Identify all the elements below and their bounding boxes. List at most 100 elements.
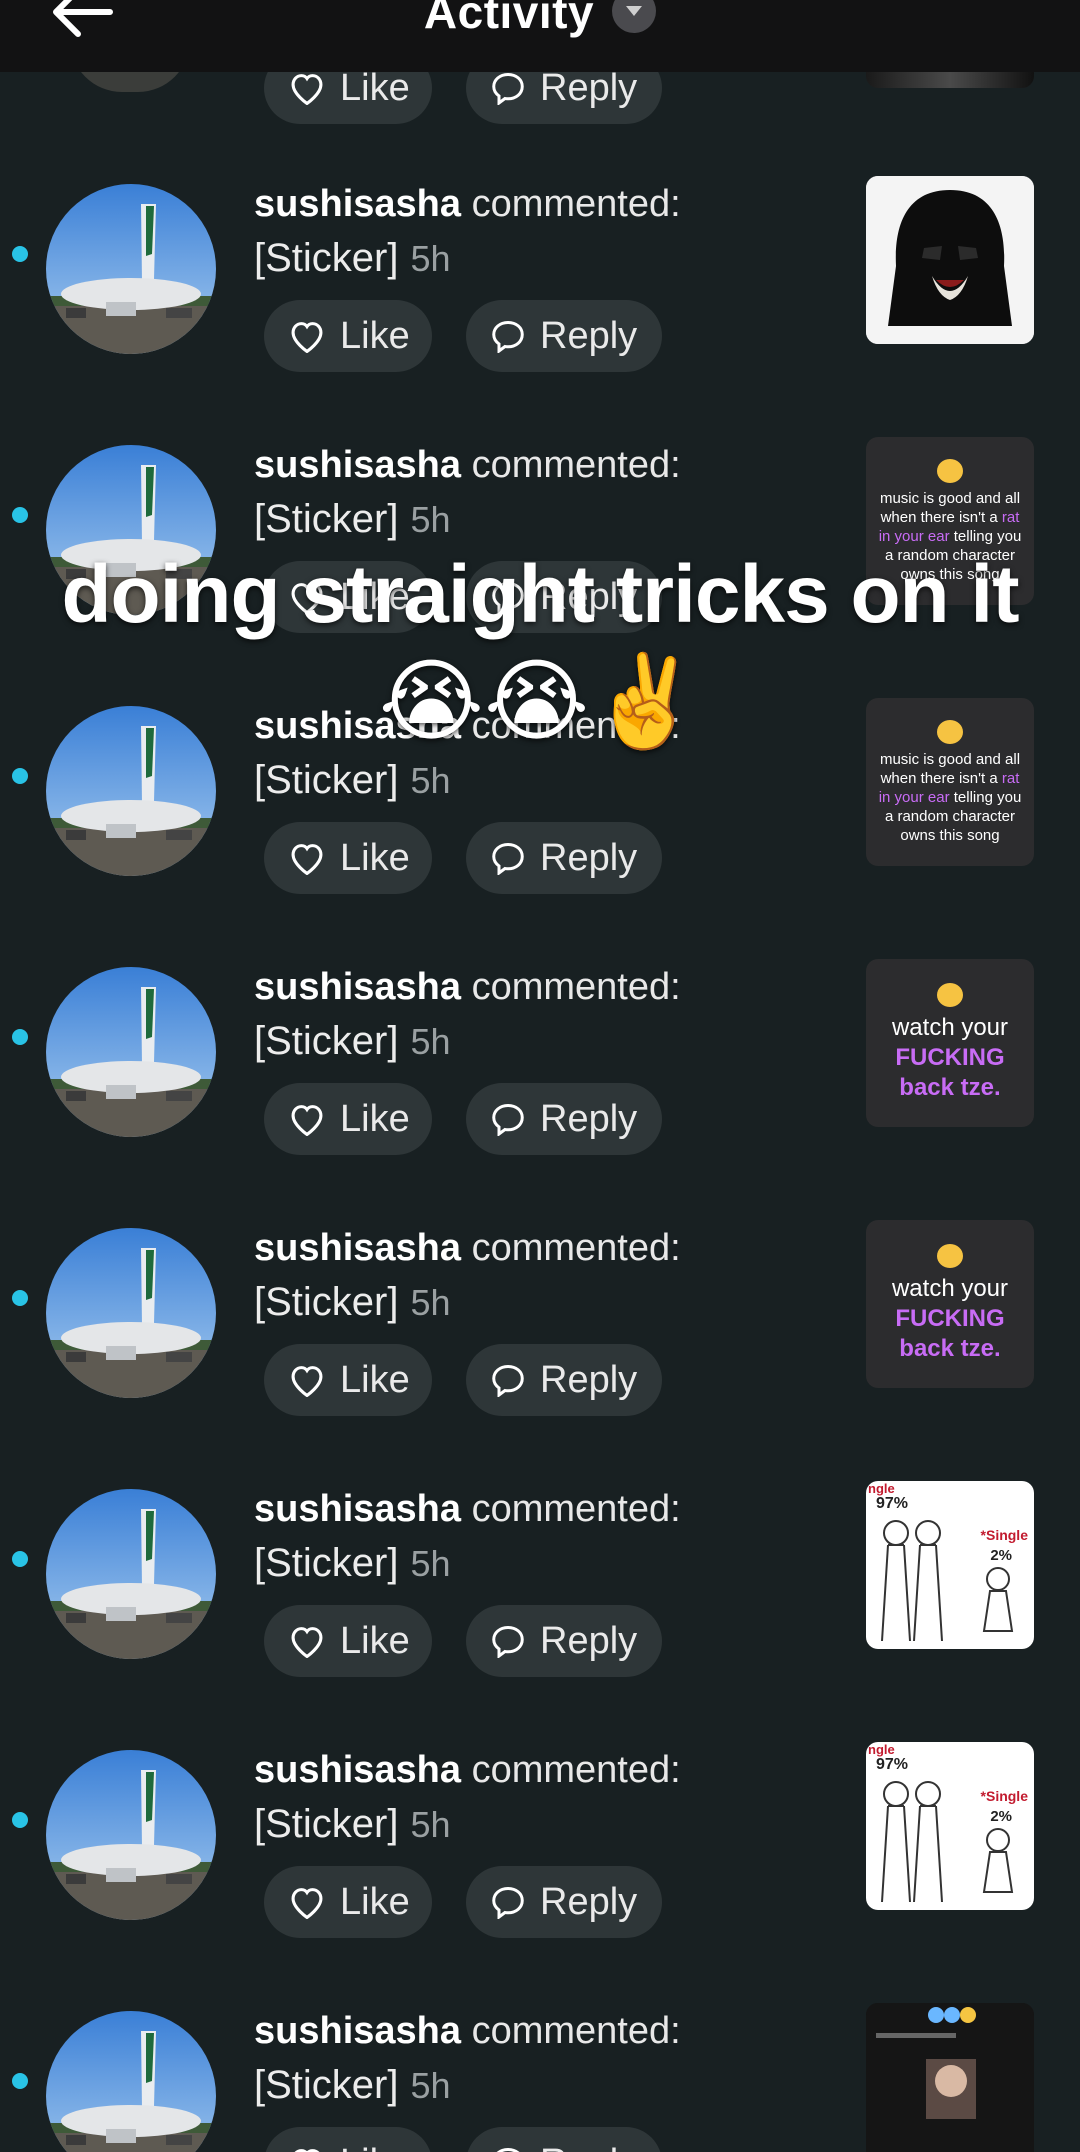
header-title-group: Activity (0, 0, 1080, 40)
heart-icon (291, 844, 323, 875)
like-label: Like (340, 1097, 410, 1140)
activity-description: sushisasha commented: (254, 1744, 681, 1796)
like-button[interactable]: Like (264, 1344, 432, 1416)
unread-indicator (12, 768, 28, 784)
sticker-thumbnail[interactable]: ngle 97% *Single 2% (866, 1481, 1034, 1649)
unread-indicator (12, 1290, 28, 1306)
unread-indicator (12, 1551, 28, 1567)
username[interactable]: sushisasha (254, 183, 461, 225)
activity-description: sushisasha commented: (254, 1222, 681, 1274)
reply-label: Reply (540, 1097, 638, 1140)
comment-text: [Sticker] (254, 2063, 399, 2107)
activity-item[interactable]: sushisasha commented: [Sticker] 5h Like R… (0, 1473, 1080, 1734)
avatar[interactable] (46, 184, 216, 354)
reply-button[interactable]: Reply (466, 1605, 662, 1677)
comment-text: [Sticker] (254, 1019, 399, 1063)
avatar[interactable] (46, 1228, 216, 1398)
username[interactable]: sushisasha (254, 444, 461, 486)
activity-description: sushisasha commented: (254, 1483, 681, 1535)
action-text: commented: (471, 1488, 681, 1530)
chat-bubble-icon (492, 1625, 524, 1658)
airplane-avatar-image (46, 1489, 216, 1659)
timestamp: 5h (410, 1282, 451, 1323)
reply-label: Reply (540, 1619, 638, 1662)
chat-bubble-icon (492, 1103, 524, 1136)
username[interactable]: sushisasha (254, 966, 461, 1008)
activity-item[interactable]: sushisasha commented: [Sticker] 5h Like R… (0, 168, 1080, 429)
reply-button[interactable]: Reply (466, 822, 662, 894)
like-button[interactable]: Like (264, 2127, 432, 2152)
action-text: commented: (471, 1749, 681, 1791)
comment-content: [Sticker] 5h (254, 754, 451, 807)
sticker-text: watch your FUCKING back tze. (891, 1014, 1009, 1101)
timestamp: 5h (410, 760, 451, 801)
reply-label: Reply (540, 1880, 638, 1923)
caption-overlay-line1: doing straight tricks on it (61, 549, 1019, 640)
activity-item[interactable]: sushisasha commented: [Sticker] 5h Like R… (0, 1995, 1080, 2152)
angry-face-icon (937, 1244, 963, 1268)
caption-overlay-line2: 😭😭✌️ (378, 652, 702, 752)
like-button[interactable]: Like (264, 300, 432, 372)
action-text: commented: (471, 183, 681, 225)
like-button[interactable]: Like (264, 1605, 432, 1677)
chat-bubble-icon (492, 320, 524, 353)
avatar[interactable] (46, 1489, 216, 1659)
stick-figures-image (881, 1520, 1014, 1642)
sticker-thumbnail[interactable] (866, 2003, 1034, 2152)
angry-face-icon (937, 983, 963, 1007)
username[interactable]: sushisasha (254, 1227, 461, 1269)
avatar[interactable] (46, 1750, 216, 1920)
action-text: commented: (471, 2010, 681, 2052)
unread-indicator (12, 2073, 28, 2089)
airplane-avatar-image (46, 1750, 216, 1920)
action-text: commented: (471, 1227, 681, 1269)
reply-button[interactable]: Reply (466, 1866, 662, 1938)
username[interactable]: sushisasha (254, 1749, 461, 1791)
reply-button[interactable]: Reply (466, 300, 662, 372)
activity-item[interactable]: sushisasha commented: [Sticker] 5h Like R… (0, 1212, 1080, 1473)
chat-bubble-icon (492, 842, 524, 875)
username[interactable]: sushisasha (254, 2010, 461, 2052)
angry-face-icon (937, 458, 963, 483)
like-button[interactable]: Like (264, 1083, 432, 1155)
like-button[interactable]: Like (264, 822, 432, 894)
chat-bubble-icon (492, 1364, 524, 1397)
unread-indicator (12, 1812, 28, 1828)
activity-description: sushisasha commented: (254, 178, 681, 230)
heart-icon (291, 322, 323, 353)
activity-item[interactable]: sushisasha commented: [Sticker] 5h Like R… (0, 951, 1080, 1212)
activity-description: sushisasha commented: (254, 2005, 681, 2057)
timestamp: 5h (410, 499, 451, 540)
sticker-thumbnail[interactable]: ngle 97% *Single 2% (866, 1742, 1034, 1910)
reply-button[interactable]: Reply (466, 1083, 662, 1155)
activity-page: Like Reply sushisasha commented: [Sticke… (0, 0, 1080, 2152)
activity-item[interactable]: sushisasha commented: [Sticker] 5h Like R… (0, 1734, 1080, 1995)
reply-label: Reply (540, 2142, 637, 2152)
sticker-thumbnail[interactable] (866, 176, 1034, 344)
comment-text: [Sticker] (254, 236, 399, 280)
reply-label: Reply (540, 66, 638, 109)
comment-content: [Sticker] 5h (254, 2059, 451, 2112)
reply-button[interactable]: Reply (466, 2127, 662, 2152)
caret-down-icon (626, 6, 643, 16)
airplane-avatar-image (46, 1228, 216, 1398)
comment-text: [Sticker] (254, 1541, 399, 1585)
sticker-thumbnail[interactable]: watch your FUCKING back tze. (866, 1220, 1034, 1388)
avatar[interactable] (46, 2011, 216, 2152)
sticker-text: watch your FUCKING back tze. (891, 1275, 1009, 1362)
sticker-thumbnail[interactable]: watch your FUCKING back tze. (866, 959, 1034, 1127)
activity-filter-dropdown[interactable] (612, 0, 657, 33)
page-title[interactable]: Activity (424, 0, 594, 35)
activity-description: sushisasha commented: (254, 439, 681, 491)
reply-label: Reply (540, 314, 638, 357)
heart-icon (291, 1366, 323, 1397)
reply-label: Reply (540, 836, 638, 879)
like-label: Like (340, 1619, 410, 1662)
comment-text: [Sticker] (254, 1280, 399, 1324)
like-button[interactable]: Like (264, 1866, 432, 1938)
avatar[interactable] (46, 967, 216, 1137)
unread-indicator (12, 507, 28, 523)
username[interactable]: sushisasha (254, 1488, 461, 1530)
comment-content: [Sticker] 5h (254, 1798, 451, 1851)
reply-button[interactable]: Reply (466, 1344, 662, 1416)
